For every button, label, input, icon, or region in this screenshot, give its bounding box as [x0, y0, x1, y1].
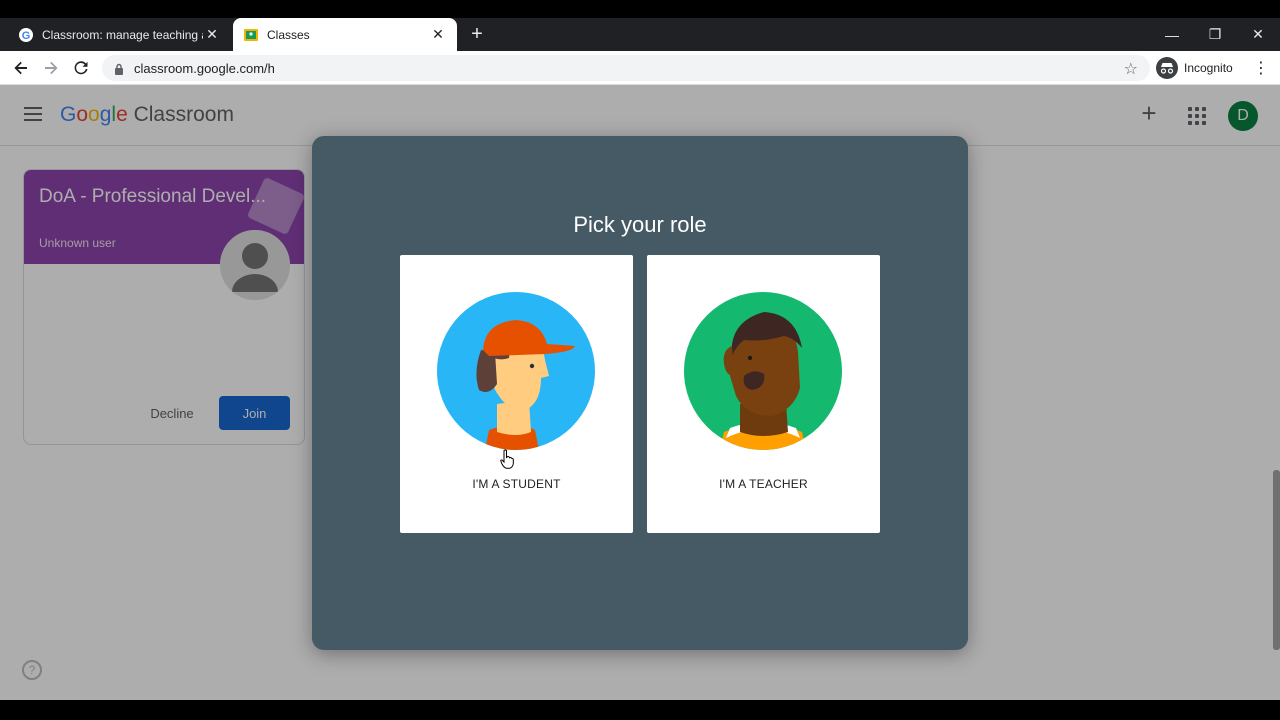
dialog-title: Pick your role	[573, 212, 707, 237]
url-text: classroom.google.com/h	[134, 60, 275, 76]
hand-cursor-icon	[500, 449, 514, 469]
page-scrollbar[interactable]	[1273, 470, 1280, 650]
back-icon[interactable]	[8, 55, 34, 81]
tab-classroom-info[interactable]: G Classroom: manage teaching and ✕	[8, 18, 231, 51]
window-close-icon[interactable]: ✕	[1238, 18, 1278, 51]
teacher-role-card[interactable]: I'M A TEACHER	[647, 255, 880, 533]
screen-bottom-edge	[0, 700, 1280, 720]
tab-strip: G Classroom: manage teaching and ✕ Class…	[0, 18, 1280, 51]
tab-classes[interactable]: Classes ✕	[233, 18, 457, 51]
classroom-page: Google Classroom + D DoA - Professional …	[0, 85, 1280, 700]
close-tab-icon[interactable]: ✕	[203, 26, 221, 43]
student-role-label: I'M A STUDENT	[472, 477, 561, 491]
forward-icon[interactable]	[38, 55, 64, 81]
tab-title: Classroom: manage teaching and	[42, 27, 203, 42]
browser-menu-icon[interactable]: ⋮	[1248, 55, 1274, 81]
screen: G Classroom: manage teaching and ✕ Class…	[0, 0, 1280, 720]
teacher-illustration-icon	[684, 292, 842, 450]
lock-icon	[114, 63, 124, 75]
tab-title: Classes	[267, 27, 310, 42]
minimize-icon[interactable]: —	[1152, 18, 1192, 51]
google-favicon-icon: G	[18, 27, 34, 43]
bookmark-star-icon[interactable]: ☆	[1124, 59, 1138, 79]
pick-role-dialog: Pick your role I'M A STUDENT I'M A TEACH…	[312, 136, 968, 650]
close-tab-icon[interactable]: ✕	[429, 26, 447, 43]
incognito-indicator[interactable]: Incognito	[1156, 56, 1233, 80]
student-role-card[interactable]: I'M A STUDENT	[400, 255, 633, 533]
student-illustration-icon	[437, 292, 595, 450]
teacher-role-label: I'M A TEACHER	[719, 477, 808, 491]
incognito-icon	[1156, 57, 1178, 79]
incognito-label: Incognito	[1184, 61, 1233, 75]
classroom-favicon-icon	[243, 27, 259, 43]
restore-icon[interactable]: ❐	[1195, 18, 1235, 51]
address-bar[interactable]: classroom.google.com/h ☆	[102, 55, 1150, 81]
svg-text:G: G	[22, 30, 31, 42]
reload-icon[interactable]	[68, 55, 94, 81]
new-tab-icon[interactable]: +	[466, 23, 488, 45]
browser-toolbar: classroom.google.com/h ☆ Incognito ⋮	[0, 51, 1280, 85]
